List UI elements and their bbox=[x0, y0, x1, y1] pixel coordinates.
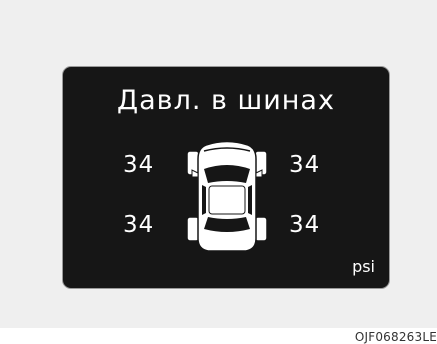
rear-left-tire-icon bbox=[186, 216, 200, 242]
rear-left-pressure: 34 bbox=[123, 212, 155, 238]
rear-right-pressure: 34 bbox=[289, 212, 321, 238]
image-code: OJF068263LE bbox=[354, 330, 437, 344]
display-title: Давл. в шинах bbox=[117, 85, 335, 116]
front-left-pressure: 34 bbox=[123, 152, 155, 178]
pressure-unit: psi bbox=[352, 257, 375, 276]
rear-right-tire-icon bbox=[254, 216, 268, 242]
car-top-view-icon bbox=[186, 140, 268, 252]
tire-pressure-display: Давл. в шинах 34 34 34 34 psi bbox=[62, 66, 390, 289]
front-right-pressure: 34 bbox=[289, 152, 321, 178]
